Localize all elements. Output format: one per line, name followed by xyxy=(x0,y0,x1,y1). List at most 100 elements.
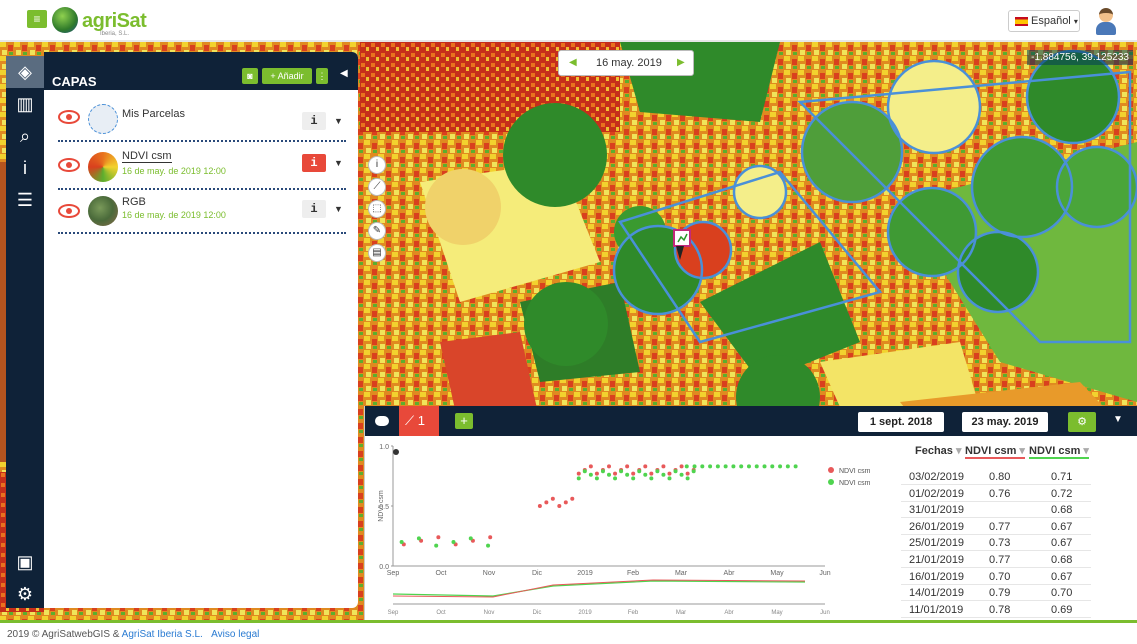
layout-tool-icon[interactable]: ▤ xyxy=(368,244,386,262)
search-icon[interactable]: ⌕ xyxy=(6,120,44,152)
data-point-green xyxy=(613,476,618,481)
chart-tool-icon[interactable]: ⟋ xyxy=(368,178,386,196)
camera-button[interactable]: ◙ xyxy=(242,68,258,84)
data-point-green xyxy=(607,472,611,477)
layer-item-ndvi[interactable]: NDVI csm 16 de may. de 2019 12:00 i ▼ xyxy=(44,146,358,190)
collapse-panel-icon[interactable]: ◀ xyxy=(340,68,348,79)
data-point-red xyxy=(643,464,648,469)
overview-line-green xyxy=(392,580,806,597)
cell-value: 0.68 xyxy=(1051,504,1073,517)
column-header-ndvi-red[interactable]: NDVI csm ▾ xyxy=(965,444,1025,459)
column-header-date[interactable]: Fechas ▾ xyxy=(915,444,962,457)
start-date-button[interactable]: 1 sept. 2018 xyxy=(858,412,944,432)
column-header-ndvi-green[interactable]: NDVI csm ▾ xyxy=(1029,444,1089,459)
chevron-down-icon[interactable]: ▼ xyxy=(334,204,343,214)
layers-panel: CAPAS ◙ + Añadir ⋮ ◀ Mis Parcelas i ▼ ND… xyxy=(44,52,358,608)
monitor-icon[interactable]: ▣ xyxy=(6,546,44,578)
toggle-icon[interactable] xyxy=(375,416,389,426)
overview-tick-label: Abr xyxy=(724,610,733,616)
info-button[interactable]: i xyxy=(302,112,326,130)
chart-settings-button[interactable]: ⚙ xyxy=(1068,412,1096,432)
chevron-down-icon[interactable]: ▼ xyxy=(334,158,343,168)
parcelas-thumbnail xyxy=(88,104,118,134)
data-point-green xyxy=(582,469,587,474)
brand-sub: Iberia, S.L. xyxy=(100,31,130,37)
visibility-eye-icon[interactable] xyxy=(58,158,80,172)
globe-logo-icon xyxy=(52,7,78,33)
data-point-green xyxy=(700,464,705,469)
data-point-green xyxy=(600,469,605,474)
cell-date: 25/01/2019 xyxy=(909,537,965,550)
overview-tick-label: Feb xyxy=(628,610,639,616)
chart-window: ⟋ 1 + 1 sept. 2018 23 may. 2019 ⚙ ▼ 0.0 0… xyxy=(364,406,1137,620)
legend-label: NDVI csm xyxy=(839,468,871,475)
data-point-green xyxy=(588,472,593,477)
layer-name: RGB xyxy=(122,196,146,208)
overview-tick-label: Dic xyxy=(533,610,542,616)
data-point-green xyxy=(684,464,689,469)
coordinate-readout: -1.884756, 39.125233 xyxy=(1027,50,1133,65)
cell-value: 0.78 xyxy=(989,603,1011,616)
prev-date-icon[interactable]: ◀ xyxy=(569,57,577,68)
settings-gear-icon[interactable]: ⚙ xyxy=(6,578,44,610)
ndvi-chart[interactable]: 0.00.51.0NDVI csmSep Oct Nov Dic 2019 Feb Mar A… xyxy=(365,436,885,620)
overview-tick-label: Sep xyxy=(388,610,399,616)
legal-link[interactable]: Aviso legal xyxy=(211,629,259,640)
data-point-green xyxy=(691,469,696,474)
list-icon[interactable]: ☰ xyxy=(6,184,44,216)
footer: 2019 © AgriSatwebGIS & AgriSat Iberia S.… xyxy=(0,620,1137,644)
layer-item-parcelas[interactable]: Mis Parcelas i ▼ xyxy=(44,98,358,142)
next-date-icon[interactable]: ▶ xyxy=(677,57,685,68)
data-point-green xyxy=(631,476,636,481)
overview-tick-label: Oct xyxy=(436,610,446,616)
select-tool-icon[interactable]: ⬚ xyxy=(368,200,386,218)
user-avatar[interactable] xyxy=(1093,6,1119,36)
visibility-eye-icon[interactable] xyxy=(58,204,80,218)
menu-toggle-button[interactable]: ≡ xyxy=(27,10,47,28)
add-chart-button[interactable]: + xyxy=(455,413,473,429)
language-label: Español xyxy=(1031,15,1071,27)
language-select[interactable]: Español ▾ xyxy=(1008,10,1080,32)
data-point-red xyxy=(631,471,636,476)
map-date-selector[interactable]: ◀ 16 may. 2019 ▶ xyxy=(558,50,694,76)
cell-date: 31/01/2019 xyxy=(909,504,965,517)
company-link[interactable]: AgriSat Iberia S.L. xyxy=(122,629,203,640)
data-point-red xyxy=(550,496,555,501)
cell-date: 01/02/2019 xyxy=(909,487,965,500)
data-point-red xyxy=(563,500,568,505)
chevron-down-icon[interactable]: ▼ xyxy=(334,116,343,126)
overview-tick-label: Mar xyxy=(676,610,686,616)
data-point-green xyxy=(739,464,744,469)
cell-value: 0.76 xyxy=(989,487,1011,500)
x-tick-label: Sep xyxy=(387,570,400,577)
marker-dot xyxy=(393,449,399,455)
end-date-button[interactable]: 23 may. 2019 xyxy=(962,412,1048,432)
layers-icon[interactable]: ◈ xyxy=(6,56,44,88)
x-tick-label: Jun xyxy=(819,570,830,577)
data-point-green xyxy=(661,472,666,477)
y-tick-label: 1.0 xyxy=(379,444,389,451)
visibility-eye-icon[interactable] xyxy=(58,110,80,124)
add-layer-button[interactable]: + Añadir xyxy=(262,68,312,84)
data-point-green xyxy=(643,472,648,477)
table-row: 31/01/2019 0.68 xyxy=(901,503,1091,519)
map-icon[interactable]: ▥ xyxy=(6,88,44,120)
info-button[interactable]: i xyxy=(302,200,326,218)
cell-date: 11/01/2019 xyxy=(909,603,964,616)
overview-tick-label: May xyxy=(771,610,782,616)
collapse-chart-icon[interactable]: ▼ xyxy=(1113,414,1123,425)
brand-name: agriSat xyxy=(82,10,147,32)
x-tick-label: Feb xyxy=(627,570,639,577)
data-point-red xyxy=(625,464,630,469)
layer-options-button[interactable]: ⋮ xyxy=(316,68,328,84)
layer-item-rgb[interactable]: RGB 16 de may. de 2019 12:00 i ▼ xyxy=(44,192,358,236)
info-tool-icon[interactable]: i xyxy=(368,156,386,174)
chart-tab[interactable]: ⟋ 1 xyxy=(399,406,439,436)
data-table: ▶ Fechas ▾ NDVI csm ▾ NDVI csm ▾ 03/02/2… xyxy=(895,436,1137,620)
overview-tick-label: Nov xyxy=(484,610,495,616)
info-icon[interactable]: i xyxy=(6,152,44,184)
draw-tool-icon[interactable]: ✎ xyxy=(368,222,386,240)
legend-swatch xyxy=(828,479,834,485)
x-tick-label: May xyxy=(770,570,784,577)
info-button[interactable]: i xyxy=(302,154,326,172)
